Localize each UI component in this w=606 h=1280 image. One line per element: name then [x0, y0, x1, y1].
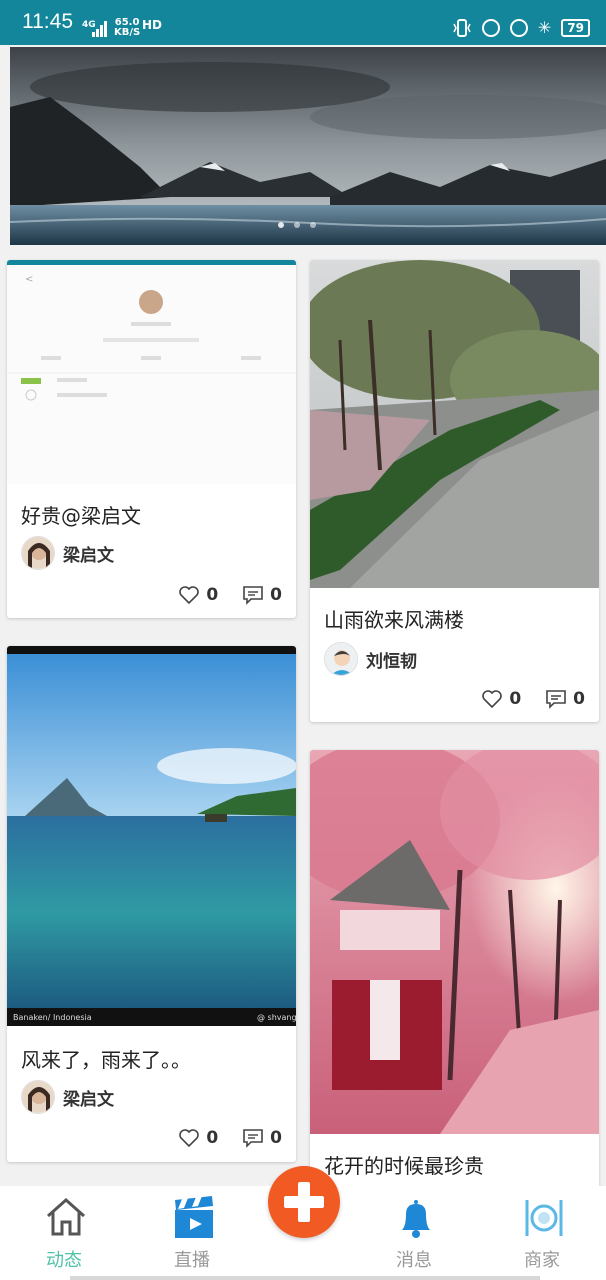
post-card[interactable]: Banaken/ Indonesia @ shvang 风来了，雨来了。。 梁启…: [7, 646, 296, 1162]
comment-icon[interactable]: [242, 1128, 264, 1148]
network-speed: 65.0 KB/S: [114, 18, 140, 38]
home-icon: [47, 1197, 85, 1236]
nav-tab-dynamics[interactable]: 动态: [4, 1186, 124, 1280]
nav-label: 动态: [46, 1250, 82, 1271]
lock-rotation-icon: [481, 18, 500, 37]
heart-icon[interactable]: [481, 689, 503, 709]
post-title: 好贵@梁启文: [21, 504, 141, 528]
carousel-dot[interactable]: [294, 222, 300, 228]
post-stats: 0 0: [178, 1128, 282, 1148]
comment-count: 0: [270, 1128, 282, 1148]
alarm-icon: [509, 18, 528, 37]
post-card[interactable]: 山雨欲来风满楼 刘恒韧 0 0: [310, 260, 599, 722]
signal-icon: [92, 21, 107, 37]
battery-indicator: 79: [561, 18, 590, 37]
avatar: [21, 536, 55, 570]
nav-label: 消息: [396, 1250, 432, 1271]
author-name: 刘恒韧: [366, 651, 417, 672]
like-count: 0: [509, 689, 522, 709]
comment-count: 0: [270, 585, 282, 605]
author-name: 梁启文: [63, 1089, 114, 1110]
vibrate-icon: [453, 18, 471, 37]
post-author[interactable]: 梁启文: [21, 1080, 114, 1114]
nav-tab-merchants[interactable]: 商家: [482, 1186, 602, 1280]
nav-tab-messages[interactable]: 消息: [354, 1186, 474, 1280]
nav-label: 商家: [524, 1250, 560, 1271]
author-name: 梁启文: [63, 545, 114, 566]
status-icons: ✳ 79: [452, 18, 590, 37]
avatar: [21, 1080, 55, 1114]
post-image: <: [7, 260, 296, 484]
plus-icon: [284, 1182, 324, 1222]
post-title: 山雨欲来风满楼: [324, 608, 464, 632]
video-clapper-icon: [175, 1196, 213, 1238]
carousel-dot[interactable]: [310, 222, 316, 228]
comment-icon[interactable]: [545, 689, 567, 709]
gesture-bar: [70, 1276, 540, 1280]
comment-count: 0: [573, 689, 585, 709]
hd-indicator: HD: [142, 18, 163, 32]
avatar: [324, 642, 358, 676]
carousel-indicator: [278, 222, 316, 228]
add-post-button[interactable]: [268, 1166, 340, 1238]
speed-unit: KB/S: [114, 27, 141, 38]
post-author[interactable]: 刘恒韧: [324, 642, 417, 676]
svg-text:<: <: [25, 274, 33, 285]
post-stats: 0 0: [481, 689, 585, 709]
image-caption-right: @ shvang: [257, 1013, 296, 1022]
post-image: Banaken/ Indonesia @ shvang: [7, 646, 296, 1026]
post-title: 风来了，雨来了。。: [21, 1048, 191, 1072]
comment-icon[interactable]: [242, 585, 264, 605]
post-card[interactable]: < 好贵@梁启文 梁启文 0 0: [7, 260, 296, 618]
bluetooth-icon: ✳: [537, 18, 552, 37]
post-stats: 0 0: [178, 585, 282, 605]
like-count: 0: [206, 585, 219, 605]
status-bar: 11:45 4G 65.0 KB/S HD ✳ 79: [0, 0, 606, 45]
nav-tab-live[interactable]: 直播: [132, 1186, 252, 1280]
post-image: [310, 750, 599, 1134]
nav-label: 直播: [174, 1250, 210, 1271]
dining-icon: [525, 1200, 563, 1236]
post-title: 花开的时候最珍贵: [324, 1154, 484, 1178]
image-caption-left: Banaken/ Indonesia: [13, 1013, 92, 1022]
banner-carousel[interactable]: [10, 47, 606, 245]
post-image: [310, 260, 599, 588]
carousel-dot[interactable]: [278, 222, 284, 228]
post-card[interactable]: 花开的时候最珍贵: [310, 750, 599, 1190]
status-time: 11:45: [22, 10, 73, 33]
banner-image: [10, 47, 606, 245]
like-count: 0: [206, 1128, 219, 1148]
heart-icon[interactable]: [178, 1128, 200, 1148]
post-author[interactable]: 梁启文: [21, 536, 114, 570]
heart-icon[interactable]: [178, 585, 200, 605]
bell-icon: [402, 1200, 430, 1238]
